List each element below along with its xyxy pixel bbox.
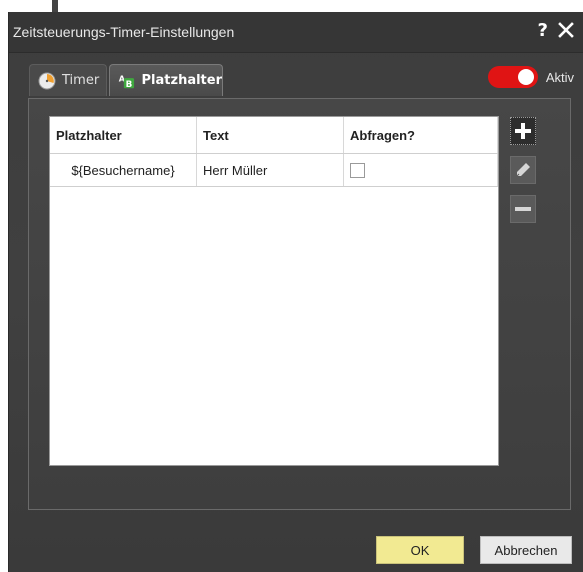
close-icon — [558, 22, 574, 38]
title-bar[interactable]: Zeitsteuerungs-Timer-Einstellungen ? — [9, 12, 583, 53]
ok-button[interactable]: OK — [376, 536, 464, 564]
add-row-button[interactable] — [510, 117, 536, 145]
cancel-button[interactable]: Abbrechen — [480, 536, 572, 564]
minus-icon — [515, 207, 531, 211]
active-toggle-group: Aktiv — [487, 66, 574, 88]
plus-icon — [515, 123, 531, 139]
placeholder-table[interactable]: Platzhalter Text Abfragen? ${Besuchernam… — [49, 116, 499, 466]
remove-row-button[interactable] — [510, 195, 536, 223]
column-header-text[interactable]: Text — [196, 117, 344, 154]
cell-placeholder[interactable]: ${Besuchername} — [50, 153, 197, 187]
timer-settings-dialog: Zeitsteuerungs-Timer-Einstellungen ? Tim… — [8, 12, 583, 572]
toggle-knob — [517, 69, 534, 85]
tab-timer[interactable]: Timer — [29, 64, 107, 96]
svg-text:B: B — [126, 79, 133, 89]
placeholder-grid: Platzhalter Text Abfragen? ${Besuchernam… — [50, 117, 498, 187]
edit-row-button[interactable] — [510, 156, 536, 184]
table-row[interactable]: ${Besuchername} Herr Müller — [50, 153, 498, 187]
clock-icon — [38, 72, 56, 89]
column-header-query[interactable]: Abfragen? — [343, 117, 498, 154]
dialog-title: Zeitsteuerungs-Timer-Einstellungen — [13, 24, 235, 40]
background-window-strip — [0, 0, 583, 12]
placeholder-ab-icon: A B — [119, 74, 135, 89]
background-window-edge — [52, 0, 58, 12]
column-header-placeholder[interactable]: Platzhalter — [50, 117, 197, 154]
table-header-row: Platzhalter Text Abfragen? — [50, 117, 498, 154]
tab-placeholder[interactable]: A B Platzhalter — [109, 64, 223, 96]
help-button[interactable]: ? — [538, 20, 548, 41]
close-button[interactable] — [556, 19, 576, 41]
tab-timer-label: Timer — [62, 73, 100, 88]
pencil-icon — [516, 163, 530, 177]
query-checkbox[interactable] — [350, 163, 365, 179]
cell-query[interactable] — [343, 153, 498, 187]
tab-placeholder-label: Platzhalter — [141, 73, 222, 88]
active-toggle[interactable] — [487, 66, 538, 88]
row-action-buttons — [510, 117, 540, 234]
active-toggle-label: Aktiv — [545, 69, 574, 85]
cell-text[interactable]: Herr Müller — [196, 153, 344, 187]
placeholder-panel: Platzhalter Text Abfragen? ${Besuchernam… — [28, 98, 571, 510]
